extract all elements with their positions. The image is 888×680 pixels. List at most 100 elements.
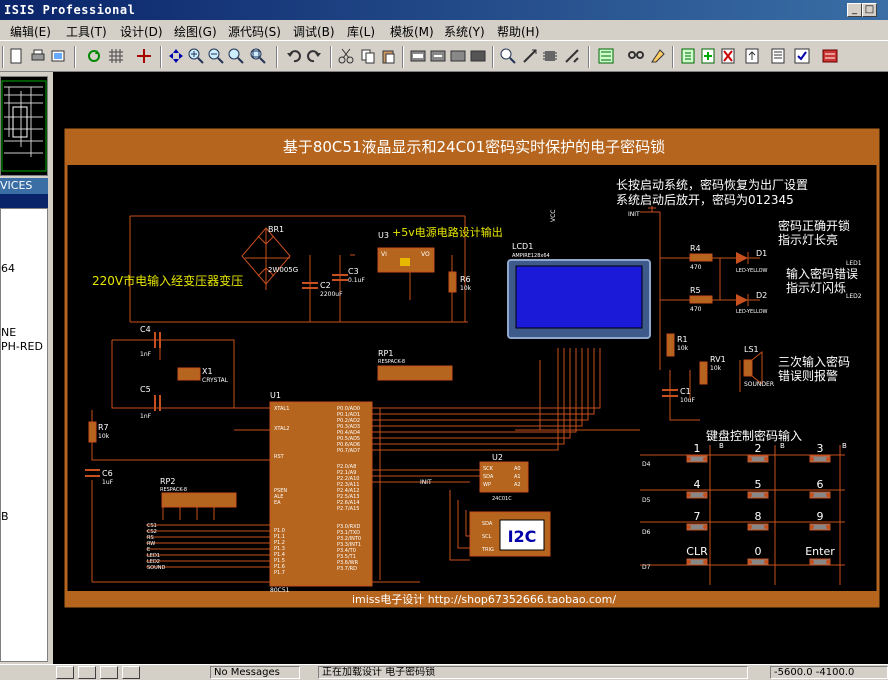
package-icon[interactable] <box>542 48 558 64</box>
bom-icon[interactable] <box>770 48 786 64</box>
capacitor-c4[interactable]: C4 1nF <box>140 325 161 358</box>
list-item[interactable]: B <box>1 510 9 523</box>
device-list[interactable]: 64 NE PH-RED B <box>0 208 48 662</box>
bridge-rectifier-br1[interactable]: BR1 2W005G <box>241 225 298 285</box>
step-button[interactable] <box>78 666 96 679</box>
block-rotate-icon[interactable] <box>450 48 466 64</box>
zoom-area-icon[interactable] <box>250 48 266 64</box>
pan-icon[interactable] <box>168 48 184 64</box>
i2c-debugger[interactable]: I2C SDA SCL TRIG <box>469 511 551 557</box>
cut-icon[interactable] <box>338 48 354 64</box>
wire-autoroute-icon[interactable] <box>598 48 614 64</box>
keypad-key[interactable]: 8 <box>747 510 769 531</box>
pick-device-icon[interactable] <box>500 48 516 64</box>
zoom-all-icon[interactable] <box>228 48 244 64</box>
menu-library[interactable]: 库(L) <box>347 23 375 40</box>
lcd-display-lcd1[interactable]: LCD1 AMPIRE128x64 <box>507 242 651 339</box>
c4-label: C4 <box>140 325 151 334</box>
new-sheet-icon[interactable] <box>680 48 696 64</box>
decompose-icon[interactable] <box>564 48 580 64</box>
stop-button[interactable] <box>122 666 140 679</box>
reset-button[interactable]: INIT <box>628 206 656 218</box>
led-d2[interactable]: D2 LED-YELLOW <box>736 291 768 315</box>
capacitor-c2[interactable]: C2 2200uF <box>302 281 343 298</box>
keypad-key[interactable]: 6 <box>809 478 831 499</box>
redo-icon[interactable] <box>306 48 322 64</box>
print-icon[interactable] <box>30 48 46 64</box>
undo-icon[interactable] <box>286 48 302 64</box>
ares-icon[interactable] <box>822 48 838 64</box>
search-tag-icon[interactable] <box>628 48 644 64</box>
refresh-icon[interactable] <box>86 48 102 64</box>
resistor-r1[interactable]: R1 10k <box>666 333 689 357</box>
keypad-key[interactable]: Enter <box>805 545 835 566</box>
grid-icon[interactable] <box>108 48 124 64</box>
keypad-key[interactable]: 3 <box>809 442 831 463</box>
new-icon[interactable] <box>8 48 24 64</box>
led-d1[interactable]: D1 LED-YELLOW <box>736 249 768 274</box>
resistor-pack-rp1[interactable]: RP1 RESPACK-8 <box>377 349 453 381</box>
exit-parent-icon[interactable] <box>744 48 760 64</box>
resistor-r5[interactable]: R5 470 <box>689 286 713 313</box>
buzzer-ls1[interactable]: LS1 SOUNDER <box>743 345 774 388</box>
u2-pin-label: WP <box>483 482 491 488</box>
keypad-key[interactable]: CLR <box>686 545 708 566</box>
print-area-icon[interactable] <box>50 48 66 64</box>
keypad-key[interactable]: 9 <box>809 510 831 531</box>
zoom-in-icon[interactable] <box>188 48 204 64</box>
resistor-r7[interactable]: R7 10k <box>88 421 110 443</box>
block-copy-icon[interactable] <box>410 48 426 64</box>
zoom-out-icon[interactable] <box>208 48 224 64</box>
menu-source[interactable]: 源代码(S) <box>228 23 281 40</box>
capacitor-c3[interactable]: C3 0.1uF <box>332 267 365 284</box>
menu-tools[interactable]: 工具(T) <box>66 23 107 40</box>
resistor-r4[interactable]: R4 470 <box>689 244 713 271</box>
menu-debug[interactable]: 调试(B) <box>293 23 335 40</box>
pause-button[interactable] <box>100 666 118 679</box>
keypad-key[interactable]: 4 <box>686 478 708 499</box>
keypad-key[interactable]: 7 <box>686 510 708 531</box>
messages-field[interactable]: No Messages <box>210 666 300 679</box>
make-device-icon[interactable] <box>522 48 538 64</box>
paste-icon[interactable] <box>380 48 396 64</box>
schematic-canvas[interactable]: 基于80C51液晶显示和24C01密码实时保护的电子密码锁 imiss电子设计 … <box>53 72 888 664</box>
note-alarm-1: 三次输入密码 <box>778 354 850 369</box>
menu-graph[interactable]: 绘图(G) <box>174 23 217 40</box>
keypad-key-label: 2 <box>755 442 762 455</box>
selected-device-row[interactable] <box>0 194 48 208</box>
potentiometer-rv1[interactable]: RV1 10k <box>699 355 726 385</box>
c3-label: C3 <box>348 267 359 276</box>
menu-template[interactable]: 模板(M) <box>390 23 434 40</box>
capacitor-c1[interactable]: C1 10uF <box>662 387 695 404</box>
crystal-x1[interactable]: X1 CRYSTAL <box>177 367 229 384</box>
resistor-r6[interactable]: R6 10k <box>448 271 472 293</box>
menu-help[interactable]: 帮助(H) <box>497 23 539 40</box>
eeprom-u2[interactable]: U2 24C01C SCK SDA WP A0 A1 A2 <box>479 453 529 502</box>
erc-icon[interactable] <box>794 48 810 64</box>
keypad-key[interactable]: 2 <box>747 442 769 463</box>
overview-window[interactable] <box>0 76 48 176</box>
list-item[interactable]: PH-RED <box>1 340 43 353</box>
copy-icon[interactable] <box>360 48 376 64</box>
keypad-key[interactable]: 0 <box>747 545 769 566</box>
list-item[interactable]: 64 <box>1 262 15 275</box>
keypad-key[interactable]: 5 <box>747 478 769 499</box>
resistor-pack-rp2[interactable]: RP2 RESPACK-8 CS1CS2RSRWELED1LED2SOUND <box>147 477 237 571</box>
keypad-key[interactable]: 1 <box>686 442 708 463</box>
menu-system[interactable]: 系统(Y) <box>444 23 485 40</box>
menu-edit[interactable]: 编辑(E) <box>10 23 51 40</box>
remove-sheet-icon[interactable] <box>720 48 736 64</box>
play-button[interactable] <box>56 666 74 679</box>
origin-icon[interactable] <box>136 48 152 64</box>
menu-design[interactable]: 设计(D) <box>120 23 163 40</box>
capacitor-c5[interactable]: C5 1nF <box>140 385 161 420</box>
maximize-button[interactable]: □ <box>862 3 877 17</box>
list-item[interactable]: NE <box>1 326 16 339</box>
property-assign-icon[interactable] <box>650 48 666 64</box>
microcontroller-u1[interactable]: U1 80C51 XTAL1XTAL2RSTPSENALEEAP1.0P1.1P… <box>269 391 373 594</box>
add-sheet-icon[interactable] <box>700 48 716 64</box>
block-move-icon[interactable] <box>430 48 446 64</box>
block-delete-icon[interactable] <box>470 48 486 64</box>
capacitor-c6[interactable]: C6 1uF <box>85 469 114 486</box>
minimize-button[interactable]: _ <box>847 3 862 17</box>
